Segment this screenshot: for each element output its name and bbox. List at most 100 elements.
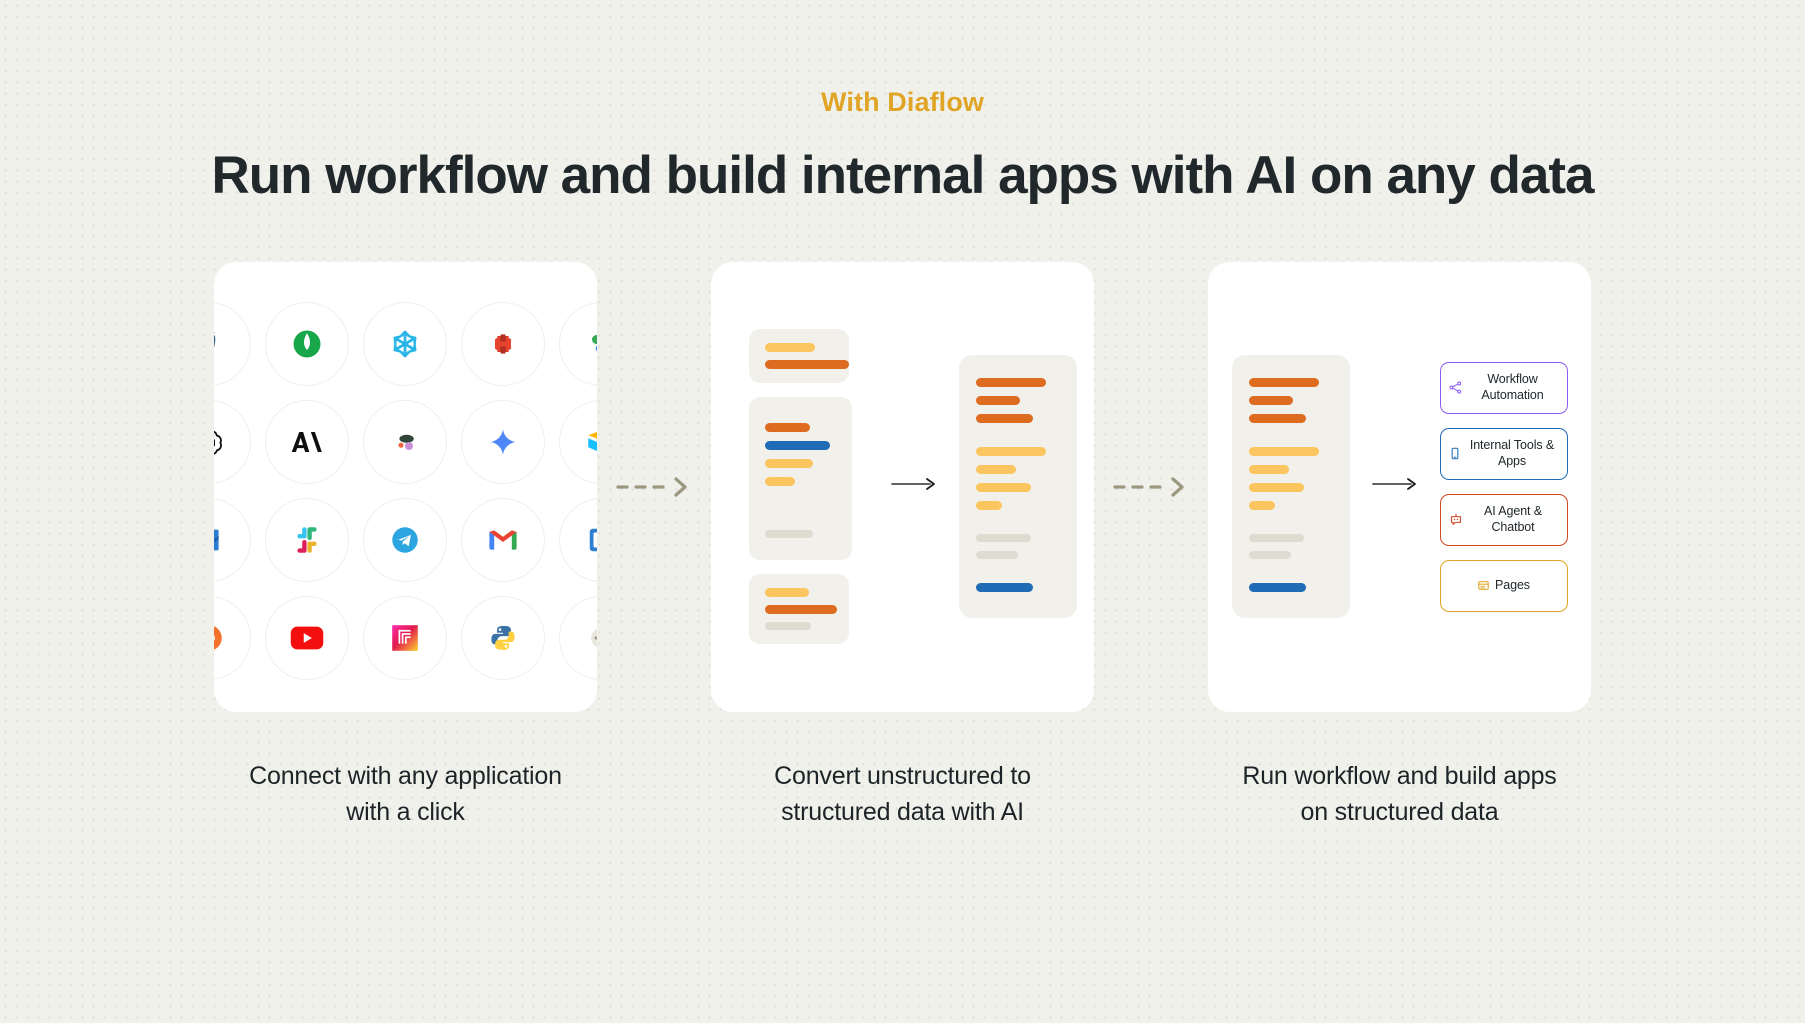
airtable-icon	[586, 429, 597, 455]
doc-bar	[764, 588, 809, 598]
unstructured-doc-top	[748, 329, 849, 384]
doc-bar	[975, 414, 1033, 424]
doc-bar	[1248, 534, 1304, 543]
trello-icon	[586, 525, 597, 555]
page-header: With Diaflow Run workflow and build inte…	[0, 0, 1805, 207]
gemini-icon	[487, 426, 519, 458]
output-badge-internal-tools[interactable]: Internal Tools & Apps	[1439, 427, 1568, 480]
doc-bar	[1248, 551, 1291, 560]
integration-postgresql[interactable]	[214, 301, 251, 386]
telegram-icon	[388, 523, 422, 557]
doc-bar	[1248, 583, 1306, 593]
integration-gmail[interactable]	[461, 497, 545, 582]
integration-framer[interactable]	[363, 595, 447, 680]
step-caption-connect: Connect with any application with a clic…	[249, 761, 562, 827]
google-drive-icon	[586, 329, 597, 359]
slack-icon	[291, 524, 323, 556]
three-step-flow: Connect with any application with a clic…	[0, 261, 1805, 831]
share-nodes-icon	[1448, 381, 1462, 394]
integration-trello[interactable]	[559, 497, 597, 582]
page-title: Run workflow and build internal apps wit…	[211, 146, 1595, 206]
outputs-illustration: Workflow Automation Internal Tools & App…	[1208, 262, 1591, 712]
doc-bar	[764, 622, 811, 631]
output-badge-ai-agent[interactable]: AI Agent & Chatbot	[1439, 493, 1568, 546]
microsoft-outlook-icon	[214, 524, 225, 556]
integration-openai[interactable]	[214, 399, 251, 484]
integration-snowflake[interactable]	[363, 301, 447, 386]
integration-google-drive[interactable]	[559, 301, 597, 386]
doc-bar	[1248, 501, 1275, 511]
step-caption-build: Run workflow and build apps on structure…	[1242, 761, 1557, 827]
integration-more[interactable]	[559, 595, 597, 680]
step-convert: Convert unstructured to structured data …	[711, 261, 1094, 831]
doc-bar	[975, 483, 1031, 493]
more-icon	[587, 624, 597, 652]
integration-zapier[interactable]	[214, 595, 251, 680]
doc-bar	[975, 583, 1033, 593]
zapier-icon	[214, 621, 226, 655]
openai-icon	[214, 425, 226, 459]
doc-bar	[764, 530, 813, 539]
integration-mongodb[interactable]	[265, 301, 349, 386]
doc-bar	[975, 551, 1018, 560]
step-connect: Connect with any application with a clic…	[214, 261, 597, 831]
integration-microsoft-outlook[interactable]	[214, 497, 251, 582]
gmail-icon	[487, 527, 519, 553]
doc-bar	[975, 447, 1046, 457]
connector-arrow-2	[1094, 262, 1208, 712]
unstructured-doc-bottom	[748, 574, 849, 645]
output-badge-label: AI Agent & Chatbot	[1483, 504, 1543, 534]
structured-group-muted	[975, 534, 1060, 560]
chat-robot-icon	[1449, 513, 1463, 526]
eyebrow-label: With Diaflow	[821, 87, 984, 117]
outputs-arrow	[1350, 476, 1440, 497]
outputs-card: Workflow Automation Internal Tools & App…	[1208, 261, 1591, 712]
doc-bar	[764, 423, 810, 433]
output-badge-label: Pages	[1495, 578, 1530, 593]
integration-notion-ai[interactable]	[363, 399, 447, 484]
mongodb-icon	[289, 326, 325, 362]
doc-bar	[975, 534, 1031, 543]
integrations-card	[214, 261, 597, 712]
notion-ai-icon	[389, 426, 421, 458]
connector-arrow-1	[597, 262, 711, 712]
mobile-device-icon	[1449, 447, 1461, 460]
dashed-arrow-icon	[1113, 476, 1189, 498]
snowflake-icon	[388, 327, 422, 361]
structured-group-primary	[1248, 378, 1333, 424]
structured-group-accent	[1248, 583, 1333, 593]
anthropic-icon	[290, 427, 324, 457]
structured-group-primary	[975, 378, 1060, 424]
doc-bar	[764, 360, 849, 370]
doc-bar	[1248, 465, 1289, 475]
youtube-icon	[289, 625, 325, 651]
output-badge-label: Internal Tools & Apps	[1469, 438, 1555, 468]
doc-bar	[1248, 414, 1306, 424]
integration-youtube[interactable]	[265, 595, 349, 680]
unstructured-doc-main	[748, 397, 852, 561]
doc-bar	[1248, 378, 1319, 388]
doc-bar	[1248, 447, 1319, 457]
doc-bar	[1248, 396, 1293, 406]
integration-airtable[interactable]	[559, 399, 597, 484]
doc-bar	[975, 465, 1016, 475]
integration-gemini[interactable]	[461, 399, 545, 484]
integration-icon-grid	[214, 301, 597, 680]
dashed-arrow-icon	[616, 476, 692, 498]
doc-bar	[764, 343, 815, 353]
output-badge-pages[interactable]: Pages	[1439, 559, 1568, 612]
integration-telegram[interactable]	[363, 497, 447, 582]
integration-aws[interactable]	[461, 301, 545, 386]
unstructured-docs	[748, 329, 869, 645]
doc-bar	[764, 459, 813, 469]
python-icon	[488, 623, 518, 653]
doc-bar	[975, 501, 1002, 511]
arrow-right-icon	[1371, 476, 1418, 497]
output-badge-workflow-automation[interactable]: Workflow Automation	[1439, 361, 1568, 414]
integration-anthropic[interactable]	[265, 399, 349, 484]
step-caption-convert: Convert unstructured to structured data …	[774, 761, 1031, 827]
integration-python[interactable]	[461, 595, 545, 680]
structured-group-secondary	[975, 447, 1060, 511]
doc-bar	[764, 605, 837, 615]
integration-slack[interactable]	[265, 497, 349, 582]
